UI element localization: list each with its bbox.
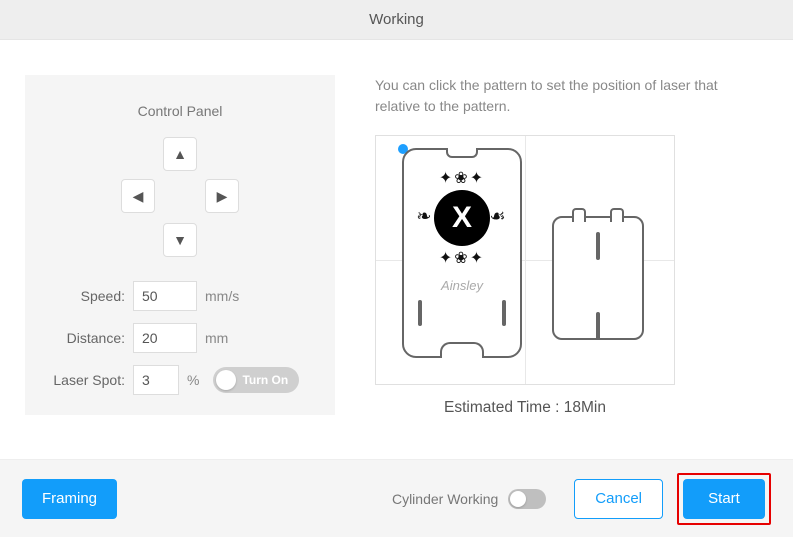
arrow-up-icon: ▲ (173, 146, 187, 162)
instructions-text: You can click the pattern to set the pos… (375, 75, 768, 117)
toggle-knob-icon (510, 491, 526, 507)
distance-label: Distance: (45, 330, 125, 346)
highlight-annotation: Start (677, 473, 771, 525)
laser-spot-toggle[interactable]: Turn On (213, 367, 299, 393)
control-panel-title: Control Panel (138, 103, 223, 119)
dpad-down-button[interactable]: ▼ (163, 223, 197, 257)
arrow-down-icon: ▼ (173, 232, 187, 248)
arrow-left-icon: ◀ (133, 188, 144, 205)
slit-icon (418, 300, 422, 326)
ornament-icon: ✦❀✦ (417, 168, 507, 188)
header: Working (0, 0, 793, 40)
cylinder-working-label: Cylinder Working (392, 491, 498, 507)
speed-input[interactable] (133, 281, 197, 311)
dpad-left-button[interactable]: ◀ (121, 179, 155, 213)
fields: Speed: mm/s Distance: mm Laser Spot: % T… (45, 281, 315, 395)
nub-icon (610, 208, 624, 222)
slot-icon (596, 312, 600, 340)
distance-row: Distance: mm (45, 323, 315, 353)
cylinder-working-wrap: Cylinder Working (392, 489, 546, 509)
distance-unit: mm (205, 330, 228, 346)
notch-icon (446, 148, 478, 158)
cylinder-working-toggle[interactable] (508, 489, 546, 509)
main: Control Panel ▲ ◀ ▶ ▼ Speed: mm/s Distan… (0, 40, 793, 437)
slit-icon (502, 300, 506, 326)
laser-spot-input[interactable] (133, 365, 179, 395)
laser-spot-label: Laser Spot: (45, 372, 125, 388)
page-title: Working (369, 11, 424, 28)
laser-spot-unit: % (187, 372, 199, 388)
preview-caption: Ainsley (404, 278, 520, 293)
preview-shape-phone-stand-back (552, 216, 644, 340)
toggle-knob-icon (216, 370, 236, 390)
control-panel: Control Panel ▲ ◀ ▶ ▼ Speed: mm/s Distan… (25, 75, 335, 415)
arrow-right-icon: ▶ (217, 188, 228, 205)
badge-letter: X (452, 201, 472, 235)
dpad-up-button[interactable]: ▲ (163, 137, 197, 171)
footer: Framing Cylinder Working Cancel Start (0, 459, 793, 537)
laser-spot-toggle-label: Turn On (236, 373, 296, 387)
pattern-preview[interactable]: ✦❀✦ ❧ ☙ X ✦❀✦ Ainsley (375, 135, 675, 385)
start-button[interactable]: Start (683, 479, 765, 519)
ornament-icon: ✦❀✦ (417, 248, 507, 268)
dpad: ▲ ◀ ▶ ▼ (115, 137, 245, 257)
estimated-time: Estimated Time : 18Min (375, 399, 675, 417)
preview-shape-phone-stand-front: ✦❀✦ ❧ ☙ X ✦❀✦ Ainsley (402, 148, 522, 358)
dpad-right-button[interactable]: ▶ (205, 179, 239, 213)
right-pane: You can click the pattern to set the pos… (375, 75, 768, 417)
speed-unit: mm/s (205, 288, 239, 304)
notch-icon (440, 342, 484, 358)
slot-icon (596, 232, 600, 260)
logo-badge: X (434, 190, 490, 246)
nub-icon (572, 208, 586, 222)
speed-label: Speed: (45, 288, 125, 304)
framing-button[interactable]: Framing (22, 479, 117, 519)
distance-input[interactable] (133, 323, 197, 353)
cancel-button[interactable]: Cancel (574, 479, 663, 519)
speed-row: Speed: mm/s (45, 281, 315, 311)
laser-spot-row: Laser Spot: % Turn On (45, 365, 315, 395)
